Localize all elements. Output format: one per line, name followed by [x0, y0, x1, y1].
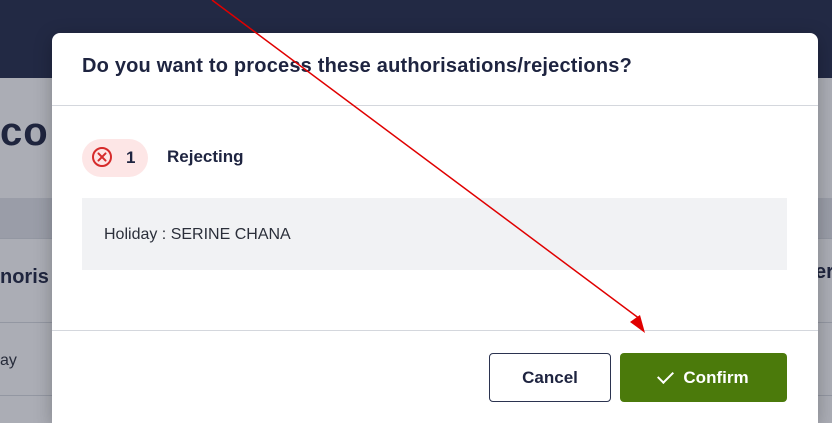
check-icon: [657, 367, 675, 384]
confirm-button-label: Confirm: [683, 367, 749, 387]
close-circle-icon: [92, 147, 112, 167]
confirm-button[interactable]: Confirm: [620, 353, 787, 402]
list-item: Holiday : SERINE CHANA: [82, 198, 787, 270]
cancel-button-label: Cancel: [522, 367, 578, 387]
dialog-title: Do you want to process these authorisati…: [82, 55, 632, 77]
rejecting-count-badge: 1: [82, 139, 148, 177]
cancel-button[interactable]: Cancel: [489, 353, 611, 402]
dialog-divider: [52, 105, 818, 106]
confirm-dialog: Do you want to process these authorisati…: [52, 33, 818, 423]
rejecting-count: 1: [126, 148, 136, 167]
rejecting-label: Rejecting: [167, 147, 244, 166]
list-item-text: Holiday : SERINE CHANA: [104, 226, 291, 243]
dialog-divider: [52, 330, 818, 331]
